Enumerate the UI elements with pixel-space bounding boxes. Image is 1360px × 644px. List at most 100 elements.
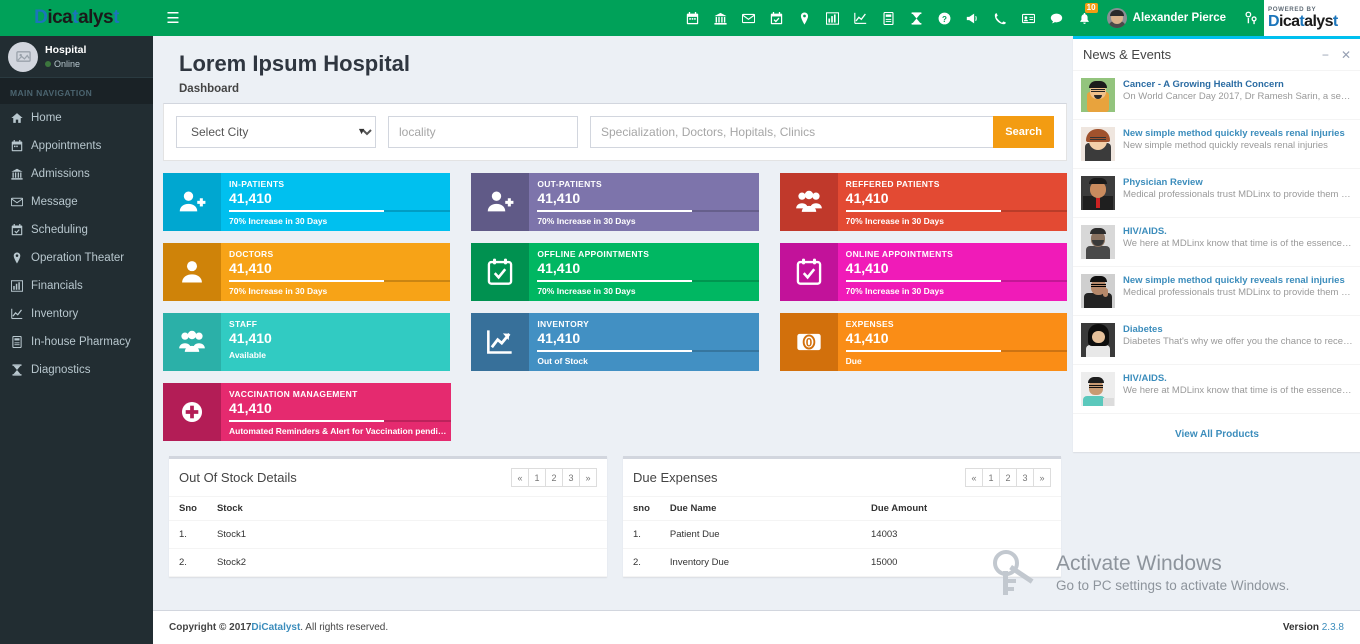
locality-input[interactable] — [388, 116, 578, 148]
list-item[interactable]: Physician Review Medical professionals t… — [1073, 169, 1360, 218]
news-item-title[interactable]: Cancer - A Growing Health Concern — [1123, 79, 1353, 91]
sidebar-item-inventory[interactable]: Inventory — [0, 300, 153, 328]
stat-box-vaccination-management[interactable]: VACCINATION MANAGEMENT 41,410 Automated … — [163, 383, 451, 441]
book-icon[interactable] — [875, 0, 903, 36]
page-subtitle: Dashboard — [179, 83, 240, 95]
stat-row-4: VACCINATION MANAGEMENT 41,410 Automated … — [163, 383, 1067, 441]
news-item-title[interactable]: HIV/AIDS. — [1123, 226, 1353, 238]
list-item[interactable]: HIV/AIDS. We here at MDLinx know that ti… — [1073, 218, 1360, 267]
phone-icon[interactable] — [987, 0, 1015, 36]
comment-icon[interactable] — [1043, 0, 1071, 36]
sidebar-item-financials[interactable]: Financials — [0, 272, 153, 300]
sidebar-item-operation-theater[interactable]: Operation Theater — [0, 244, 153, 272]
envelope-icon — [10, 196, 24, 208]
bell-icon[interactable]: 10 — [1071, 0, 1099, 36]
sidebar-item-label: In-house Pharmacy — [31, 336, 131, 348]
pager-next[interactable]: » — [1033, 468, 1051, 487]
user-icon — [163, 243, 221, 301]
sidebar-item-in-house-pharmacy[interactable]: In-house Pharmacy — [0, 328, 153, 356]
pager-page-3[interactable]: 3 — [1016, 468, 1034, 487]
question-circle-icon[interactable]: ? — [931, 0, 959, 36]
avatar-man-glasses-dark — [1081, 274, 1115, 308]
sidebar-item-message[interactable]: Message — [0, 188, 153, 216]
hourglass-icon — [10, 364, 24, 376]
bullhorn-icon[interactable] — [959, 0, 987, 36]
sidebar-item-label: Financials — [31, 280, 83, 292]
user-menu[interactable]: Alexander Pierce — [1099, 0, 1238, 36]
table-row: 2. Inventory Due 15000 — [623, 548, 1061, 577]
stat-box-inventory[interactable]: INVENTORY 41,410 Out of Stock — [471, 313, 759, 371]
stat-box-doctors[interactable]: DOCTORS 41,410 70% Increase in 30 Days — [163, 243, 451, 301]
pager-page-1[interactable]: 1 — [982, 468, 1000, 487]
news-panel-footer: View All Products — [1073, 414, 1360, 452]
view-all-products-link[interactable]: View All Products — [1175, 429, 1259, 440]
id-card-icon[interactable] — [1015, 0, 1043, 36]
bar-chart-icon[interactable] — [819, 0, 847, 36]
line-chart-icon[interactable] — [847, 0, 875, 36]
search-button[interactable]: Search — [993, 116, 1054, 148]
minimize-icon[interactable]: − — [1322, 48, 1329, 62]
stat-box-staff[interactable]: STAFF 41,410 Available — [163, 313, 451, 371]
city-select[interactable]: Select City — [176, 116, 376, 148]
stat-progress-bar — [845, 210, 1067, 212]
pager-page-2[interactable]: 2 — [999, 468, 1017, 487]
sidebar-section-header: MAIN NAVIGATION — [0, 78, 153, 104]
panel-header: Due Expenses « 1 2 3 » — [623, 459, 1061, 497]
sidebar-item-appointments[interactable]: Appointments — [0, 132, 153, 160]
bar-chart-icon — [10, 280, 24, 292]
pager-prev[interactable]: « — [965, 468, 983, 487]
news-item-title[interactable]: New simple method quickly reveals renal … — [1123, 128, 1353, 140]
news-item-title[interactable]: Physician Review — [1123, 177, 1353, 189]
pager-prev[interactable]: « — [511, 468, 529, 487]
stat-box-in-patients[interactable]: IN-PATIENTS 41,410 70% Increase in 30 Da… — [163, 173, 451, 231]
close-icon[interactable]: ✕ — [1341, 48, 1351, 62]
brand-part-5: t — [113, 7, 119, 28]
list-item[interactable]: Diabetes Diabetes That's why we offer yo… — [1073, 316, 1360, 365]
stat-box-online-appointments[interactable]: ONLINE APPOINTMENTS 41,410 70% Increase … — [779, 243, 1067, 301]
news-panel-title: News & Events — [1083, 47, 1172, 62]
cell-sno: 1. — [623, 520, 660, 549]
sidebar-item-admissions[interactable]: Admissions — [0, 160, 153, 188]
envelope-icon[interactable] — [735, 0, 763, 36]
stat-box-out-patients[interactable]: OUT-PATIENTS 41,410 70% Increase in 30 D… — [471, 173, 759, 231]
list-item[interactable]: New simple method quickly reveals renal … — [1073, 267, 1360, 316]
sidebar-toggle-icon[interactable]: ☰ — [153, 0, 193, 36]
stat-progress-bar — [537, 210, 759, 212]
sidebar-item-scheduling[interactable]: Scheduling — [0, 216, 153, 244]
news-item-title[interactable]: New simple method quickly reveals renal … — [1123, 275, 1353, 287]
search-input[interactable] — [590, 116, 994, 148]
line-chart-icon — [10, 308, 24, 320]
news-item-title[interactable]: HIV/AIDS. — [1123, 373, 1353, 385]
stat-row-2: DOCTORS 41,410 70% Increase in 30 Days O… — [163, 243, 1067, 301]
right-column: News & Events − ✕ Cancer - A Growing Hea… — [1073, 36, 1360, 577]
stat-box-offline-appointments[interactable]: OFFLINE APPOINTMENTS 41,410 70% Increase… — [471, 243, 759, 301]
pager-page-3[interactable]: 3 — [562, 468, 580, 487]
stat-label: REFFERED PATIENTS — [845, 179, 940, 189]
calendar-icon[interactable] — [679, 0, 707, 36]
list-item[interactable]: New simple method quickly reveals renal … — [1073, 120, 1360, 169]
stat-box-reffered-patients[interactable]: REFFERED PATIENTS 41,410 70% Increase in… — [779, 173, 1067, 231]
calendar-check-icon[interactable] — [763, 0, 791, 36]
gear-icon[interactable] — [1238, 0, 1264, 36]
list-item[interactable]: Cancer - A Growing Health Concern On Wor… — [1073, 71, 1360, 120]
pager-page-1[interactable]: 1 — [528, 468, 546, 487]
stat-box-expenses[interactable]: 0 EXPENSES 41,410 Due — [779, 313, 1067, 371]
pager-page-2[interactable]: 2 — [545, 468, 563, 487]
news-item-title[interactable]: Diabetes — [1123, 324, 1353, 336]
hourglass-icon[interactable] — [903, 0, 931, 36]
bank-icon[interactable] — [707, 0, 735, 36]
list-item[interactable]: HIV/AIDS. We here at MDLinx know that ti… — [1073, 365, 1360, 414]
stat-value: 41,410 — [537, 330, 581, 346]
sidebar-item-home[interactable]: Home — [0, 104, 153, 132]
pager-next[interactable]: » — [579, 468, 597, 487]
avatar-woman-dark-hair — [1081, 323, 1115, 357]
sidebar-user-panel[interactable]: Hospital Online — [0, 36, 153, 78]
company-link[interactable]: DiCatalyst — [251, 622, 300, 633]
map-pin-icon[interactable] — [791, 0, 819, 36]
brand-logo[interactable]: Dica t alys t — [0, 0, 153, 36]
column-header-stock: Stock — [206, 497, 607, 521]
stat-label: DOCTORS — [229, 249, 274, 259]
sidebar-item-diagnostics[interactable]: Diagnostics — [0, 356, 153, 384]
stat-description: 70% Increase in 30 Days — [537, 216, 636, 226]
avatar-woman-red-hair — [1081, 127, 1115, 161]
